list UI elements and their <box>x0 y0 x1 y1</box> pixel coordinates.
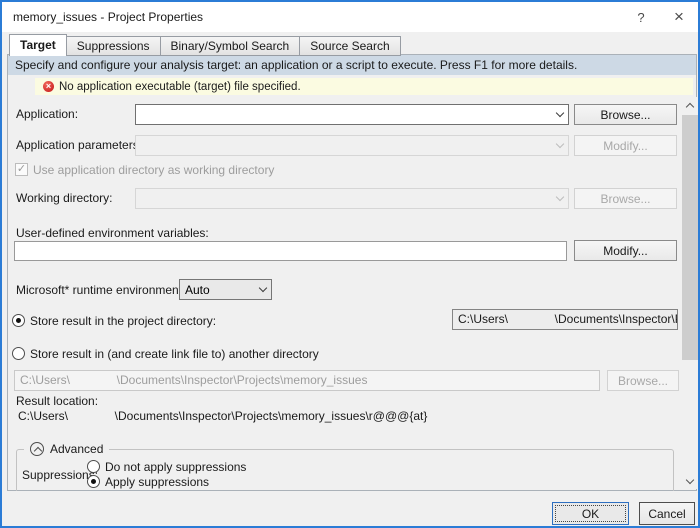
title-bar: memory_issues - Project Properties ? × <box>2 2 698 32</box>
runtime-label: Microsoft* runtime environment: <box>16 283 185 297</box>
use-app-dir-label: Use application directory as working dir… <box>33 163 274 177</box>
parameters-modify-button[interactable]: Modify... <box>574 135 677 156</box>
runtime-value: Auto <box>180 283 254 297</box>
chevron-down-icon <box>555 109 563 117</box>
chevron-down-icon <box>555 193 563 201</box>
warning-row: × No application executable (target) fil… <box>35 78 693 95</box>
runtime-dropdown[interactable] <box>254 280 271 299</box>
scroll-up-button[interactable] <box>682 97 698 113</box>
runtime-combobox[interactable]: Auto <box>179 279 272 300</box>
store-project-path-field: C:\Users\ \Documents\Inspector\Projects\… <box>452 309 678 330</box>
suppressions-on-label: Apply suppressions <box>105 475 209 489</box>
parameters-label: Application parameters: <box>16 138 142 152</box>
env-vars-label: User-defined environment variables: <box>16 226 209 240</box>
env-vars-input[interactable] <box>15 242 566 260</box>
store-project-label: Store result in the project directory: <box>30 314 216 328</box>
advanced-header[interactable]: Advanced <box>24 442 109 456</box>
ok-button[interactable]: OK <box>552 502 629 525</box>
working-dir-combobox[interactable] <box>135 188 569 209</box>
use-app-dir-checkbox[interactable]: ✓ <box>15 163 28 176</box>
cancel-button[interactable]: Cancel <box>639 502 695 525</box>
store-other-browse-button[interactable]: Browse... <box>607 370 679 391</box>
suppressions-off-radio[interactable] <box>87 460 100 473</box>
result-location-path: C:\Users\ \Documents\Inspector\Projects\… <box>18 409 427 423</box>
close-button[interactable]: × <box>660 2 698 32</box>
parameters-combobox[interactable] <box>135 135 569 156</box>
button-bar: OK Cancel <box>2 491 700 528</box>
advanced-label: Advanced <box>50 442 103 456</box>
scroll-up-icon <box>686 102 694 110</box>
suppressions-off-label: Do not apply suppressions <box>105 460 246 474</box>
tab-target[interactable]: Target <box>9 34 67 56</box>
tab-suppressions[interactable]: Suppressions <box>66 36 161 56</box>
env-vars-field[interactable] <box>14 241 567 261</box>
help-button[interactable]: ? <box>624 2 658 32</box>
description-banner: Specify and configure your analysis targ… <box>8 55 696 75</box>
scrollbar-thumb[interactable] <box>682 115 698 360</box>
store-other-radio[interactable] <box>12 347 25 360</box>
project-properties-dialog: memory_issues - Project Properties ? × T… <box>0 0 700 528</box>
window-title: memory_issues - Project Properties <box>13 10 203 24</box>
vertical-scrollbar <box>682 97 698 489</box>
parameters-input <box>136 136 551 155</box>
working-dir-input <box>136 189 551 208</box>
suppressions-on-radio[interactable] <box>87 475 100 488</box>
working-dir-browse-button[interactable]: Browse... <box>574 188 677 209</box>
application-input[interactable] <box>136 105 551 124</box>
scroll-down-icon <box>686 475 694 483</box>
working-dir-label: Working directory: <box>16 191 112 205</box>
chevron-down-icon <box>258 284 266 292</box>
application-dropdown[interactable] <box>551 105 568 124</box>
check-icon: ✓ <box>17 163 26 175</box>
chevron-down-icon <box>555 140 563 148</box>
application-label: Application: <box>16 107 78 121</box>
tab-strip: Target Suppressions Binary/Symbol Search… <box>9 34 400 56</box>
tab-binary-symbol-search[interactable]: Binary/Symbol Search <box>160 36 301 56</box>
scroll-down-button[interactable] <box>682 473 698 489</box>
store-other-path-field: C:\Users\ \Documents\Inspector\Projects\… <box>14 370 600 391</box>
tab-source-search[interactable]: Source Search <box>299 36 400 56</box>
working-dir-dropdown <box>551 189 568 208</box>
env-vars-modify-button[interactable]: Modify... <box>574 240 677 261</box>
result-location-label: Result location: <box>16 394 98 408</box>
error-icon: × <box>43 81 54 92</box>
application-browse-button[interactable]: Browse... <box>574 104 677 125</box>
collapse-chevron-icon[interactable] <box>30 442 44 456</box>
store-project-radio[interactable] <box>12 314 25 327</box>
warning-text: No application executable (target) file … <box>59 81 301 93</box>
application-combobox[interactable] <box>135 104 569 125</box>
store-other-label: Store result in (and create link file to… <box>30 347 319 361</box>
parameters-dropdown <box>551 136 568 155</box>
